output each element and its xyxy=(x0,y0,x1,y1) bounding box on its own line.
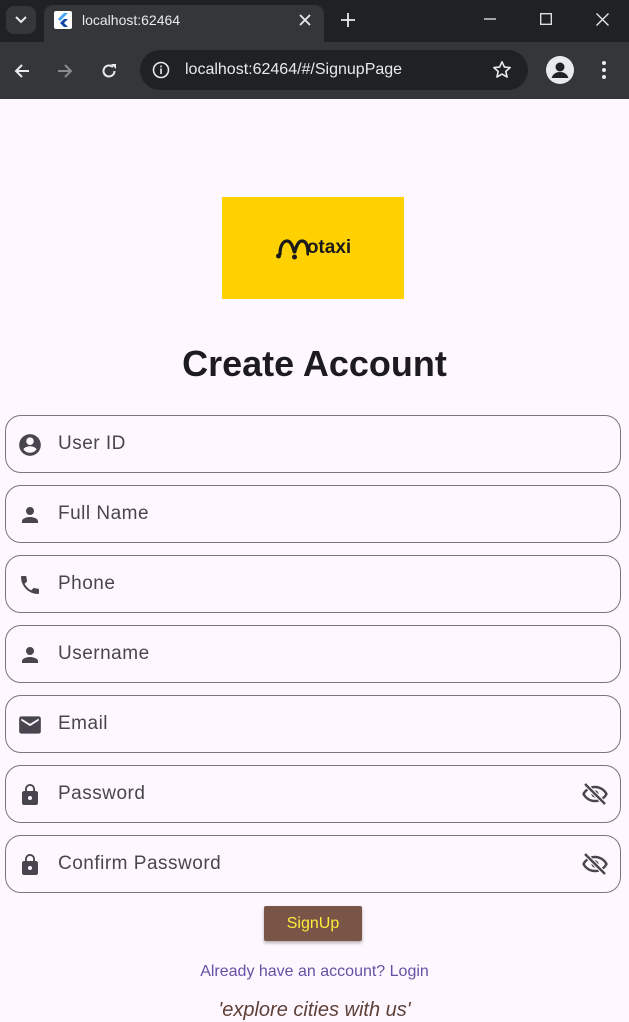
page-title: Create Account xyxy=(182,343,447,384)
full-name-field[interactable] xyxy=(5,485,621,543)
logo-mark-icon xyxy=(275,239,309,260)
mail-icon xyxy=(17,712,43,738)
browser-toolbar: localhost:62464/#/SignupPage xyxy=(0,42,629,99)
visibility-off-icon[interactable] xyxy=(580,780,610,808)
reload-icon xyxy=(102,64,116,78)
profile-button[interactable] xyxy=(546,56,574,84)
user-id-input[interactable] xyxy=(58,416,558,472)
info-icon xyxy=(152,61,170,79)
lock-icon xyxy=(17,782,43,808)
profile-icon xyxy=(551,62,569,78)
logo-text: otaxi xyxy=(306,237,352,258)
minimize-icon xyxy=(484,18,496,20)
flutter-icon xyxy=(54,11,72,29)
lock-icon xyxy=(17,852,43,878)
bookmark-button[interactable] xyxy=(490,58,514,82)
close-window-button[interactable] xyxy=(574,0,629,38)
maximize-button[interactable] xyxy=(518,0,574,38)
visibility-off-icon[interactable] xyxy=(580,850,610,878)
password-field[interactable] xyxy=(5,765,621,823)
arrow-right-icon xyxy=(58,64,73,78)
email-input[interactable] xyxy=(58,696,558,752)
login-link[interactable]: Already have an account? Login xyxy=(0,962,629,982)
maximize-icon xyxy=(540,13,552,25)
address-url: localhost:62464/#/SignupPage xyxy=(185,61,403,78)
person-icon xyxy=(17,502,43,528)
tagline: 'explore cities with us' xyxy=(218,999,411,1021)
more-vert-icon xyxy=(602,61,606,79)
app-logo: otaxi xyxy=(222,197,404,299)
browser-menu-button[interactable] xyxy=(590,56,618,84)
reload-button[interactable] xyxy=(94,56,124,86)
address-bar[interactable]: localhost:62464/#/SignupPage xyxy=(140,50,528,90)
close-icon xyxy=(595,12,609,26)
confirm-password-input[interactable] xyxy=(58,836,558,892)
account-circle-icon xyxy=(17,432,43,458)
tab-search-button[interactable] xyxy=(6,6,36,34)
tab-close-button[interactable] xyxy=(294,9,316,31)
phone-input[interactable] xyxy=(58,556,558,612)
browser-tab[interactable]: localhost:62464 xyxy=(44,5,324,42)
user-id-field[interactable] xyxy=(5,415,621,473)
site-info-button[interactable] xyxy=(150,59,172,81)
person-icon xyxy=(17,642,43,668)
forward-button[interactable] xyxy=(50,56,80,86)
star-icon xyxy=(493,61,511,78)
password-input[interactable] xyxy=(58,766,558,822)
arrow-left-icon xyxy=(14,64,29,78)
plus-icon xyxy=(341,13,355,27)
confirm-password-field[interactable] xyxy=(5,835,621,893)
minimize-button[interactable] xyxy=(462,0,518,38)
close-icon xyxy=(299,14,311,26)
new-tab-button[interactable] xyxy=(334,6,362,34)
back-button[interactable] xyxy=(7,56,37,86)
full-name-input[interactable] xyxy=(58,486,558,542)
username-field[interactable] xyxy=(5,625,621,683)
phone-field[interactable] xyxy=(5,555,621,613)
username-input[interactable] xyxy=(58,626,558,682)
tab-title: localhost:62464 xyxy=(82,12,181,28)
phone-icon xyxy=(17,572,43,598)
signup-button[interactable]: SignUp xyxy=(264,906,362,941)
email-field[interactable] xyxy=(5,695,621,753)
browser-tab-bar: localhost:62464 xyxy=(0,0,629,42)
chevron-down-icon xyxy=(15,16,27,24)
